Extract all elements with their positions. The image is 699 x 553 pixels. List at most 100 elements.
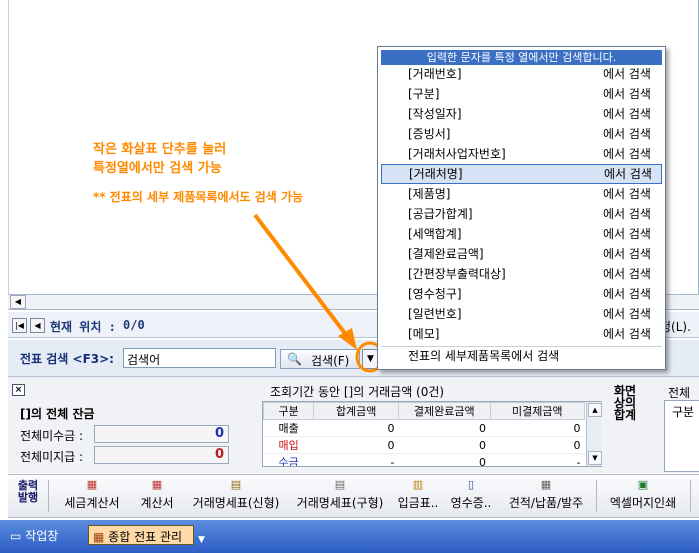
dropdown-item[interactable]: [구분] 에서 검색 [381,85,662,103]
window-icon: ▭ [10,529,22,543]
dropdown-item[interactable]: [간편장부출력대상] 에서 검색 [381,265,662,283]
table-row[interactable]: 매입 0 0 0 [263,436,585,454]
dropdown-item-suffix: 에서 검색 [603,247,651,261]
col-header-type[interactable]: 구분 [263,402,315,420]
dropdown-item[interactable]: [작성일자] 에서 검색 [381,105,662,123]
dropdown-item-field: [거래처명] [409,167,463,181]
receivable-value: 0 [94,425,229,443]
row-type: 수금 [263,453,314,466]
toolbar-divider [48,480,49,512]
close-icon[interactable]: × [12,384,25,396]
dropdown-item-field: [제품명] [408,187,451,201]
col-header-unpaid[interactable]: 미결제금액 [489,402,586,420]
table-row[interactable]: 수금 - 0 - [263,453,585,466]
dropdown-item[interactable]: [제품명] 에서 검색 [381,185,662,203]
annotation-arrow-shaft [253,213,352,342]
statement-old-button[interactable]: ▤ 거래명세표(구형) [290,478,390,516]
dropdown-item-field: [증빙서] [408,127,451,141]
row-total: 0 [313,419,399,437]
receipt-button[interactable]: ▯ 영수증.. [446,478,496,516]
excel-merge-print-button[interactable]: ▣ 엑셀머지인쇄 [600,478,686,516]
row-type: 매입 [263,436,314,454]
dropdown-footer-label: 전표의 세부제품목록에서 검색 [408,349,560,363]
deposit-icon: ▥ [412,478,424,491]
tax-invoice-label: 세금계산서 [64,496,120,510]
toolbar-divider [690,480,691,512]
dropdown-item[interactable]: [거래처사업자번호] 에서 검색 [381,145,662,163]
payable-label: 전체미지급 : [20,450,84,464]
dropdown-item-suffix: 에서 검색 [603,127,651,141]
row-paid: 0 [398,453,491,466]
dropdown-item[interactable]: [거래번호] 에서 검색 [381,65,662,83]
statement-icon: ▤ [334,478,346,491]
scroll-down-arrow-icon[interactable]: ▼ [588,451,602,465]
total-label: 전체 [668,386,691,400]
dropdown-item-suffix: 에서 검색 [603,187,651,201]
receipt-label: 영수증.. [450,496,492,510]
dropdown-item-selected[interactable]: [거래처명] 에서 검색 [381,164,662,184]
dropdown-item-field: [공급가합계] [408,207,473,221]
row-total: - [313,453,399,466]
dropdown-item[interactable]: [세액합계] 에서 검색 [381,225,662,243]
invoice-button[interactable]: ▦ 계산서 [134,478,180,516]
col-header-paid[interactable]: 결제완료금액 [398,402,491,420]
balance-title: []의 전체 잔금 [20,407,95,421]
row-paid: 0 [398,419,491,437]
dropdown-item[interactable]: [공급가합계] 에서 검색 [381,205,662,223]
taskbar-menu-arrow-icon[interactable]: ▼ [198,535,205,545]
invoice-icon: ▦ [86,478,98,491]
receivable-label: 전체미수금 : [20,429,84,443]
row-unpaid: - [490,453,585,466]
dropdown-item-suffix: 에서 검색 [604,167,652,181]
estimate-label: 견적/납품/발주 [508,496,584,510]
grid-icon: ▦ [93,530,105,544]
dropdown-item-field: [거래번호] [408,67,462,81]
dropdown-item-suffix: 에서 검색 [603,287,651,301]
statement-icon: ▤ [230,478,242,491]
taskbar-item-workspace[interactable]: ▭ 작업창 [10,527,58,545]
tax-invoice-button[interactable]: ▦ 세금계산서 [52,478,132,516]
scroll-up-arrow-icon[interactable]: ▲ [588,403,602,417]
dropdown-footer-item[interactable]: 전표의 세부제품목록에서 검색 [381,346,662,365]
dropdown-item-field: [거래처사업자번호] [408,147,506,161]
dropdown-item[interactable]: [일련번호] 에서 검색 [381,305,662,323]
dropdown-item-suffix: 에서 검색 [603,207,651,221]
excel-merge-print-label: 엑셀머지인쇄 [609,496,677,510]
dropdown-item-suffix: 에서 검색 [603,267,651,281]
annotation-arrow-head [338,328,357,350]
dropdown-item-field: [세액합계] [408,227,462,241]
dropdown-item-field: [결제완료금액] [408,247,484,261]
deposit-slip-button[interactable]: ▥ 입금표.. [394,478,442,516]
dropdown-item-field: [간편장부출력대상] [408,267,506,281]
dropdown-item[interactable]: [결제완료금액] 에서 검색 [381,245,662,263]
row-type: 매출 [263,419,314,437]
statement-new-button[interactable]: ▤ 거래명세표(신형) [186,478,286,516]
invoice-label: 계산서 [140,496,174,510]
estimate-button[interactable]: ▦ 견적/납품/발주 [500,478,592,516]
taskbar-item-label: 종합 전표 관리 [108,530,183,544]
dropdown-item[interactable]: [메모] 에서 검색 [381,325,662,343]
statement-new-label: 거래명세표(신형) [192,496,280,510]
dropdown-item-field: [메모] [408,327,440,341]
dropdown-item-suffix: 에서 검색 [603,327,651,341]
row-total: 0 [313,436,399,454]
vertical-scrollbar[interactable]: ▲ ▼ [586,402,602,466]
period-amount-label: 조회기간 동안 []의 거래금액 (0건) [270,385,445,399]
dropdown-item-suffix: 에서 검색 [603,147,651,161]
taskbar-item-label: 작업창 [25,529,59,543]
row-unpaid: 0 [490,436,585,454]
payable-value: 0 [94,446,229,464]
dropdown-header: 입력한 문자를 특정 열에서만 검색합니다. [381,50,662,65]
deposit-slip-label: 입금표.. [397,496,439,510]
taskbar-item-voucher-management[interactable]: ▦ 종합 전표 관리 [88,525,194,545]
dropdown-item-suffix: 에서 검색 [603,227,651,241]
dropdown-item[interactable]: [영수청구] 에서 검색 [381,285,662,303]
dropdown-item-suffix: 에서 검색 [603,307,651,321]
statement-old-label: 거래명세표(구형) [296,496,384,510]
dropdown-item-field: [작성일자] [408,107,462,121]
col-header-total[interactable]: 합계금액 [313,402,399,420]
excel-icon: ▣ [637,478,649,491]
dropdown-item-suffix: 에서 검색 [603,107,651,121]
table-row[interactable]: 매출 0 0 0 [263,419,585,437]
dropdown-item[interactable]: [증빙서] 에서 검색 [381,125,662,143]
